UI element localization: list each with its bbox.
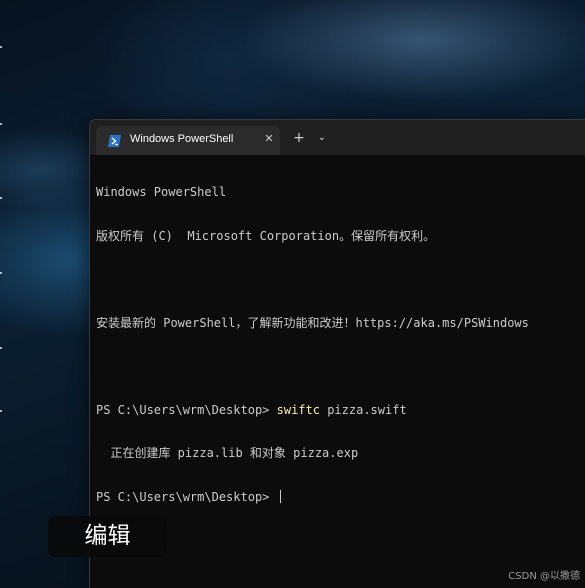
- plus-icon[interactable]: +: [290, 129, 308, 147]
- console-command-line: PS C:\Users\wrm\Desktop> swiftc pizza.sw…: [96, 403, 582, 418]
- console-input-line[interactable]: PS C:\Users\wrm\Desktop>: [96, 489, 582, 505]
- console-output[interactable]: Windows PowerShell 版权所有 (C) Microsoft Co…: [96, 156, 582, 576]
- wallpaper-speck: [0, 410, 2, 412]
- close-icon[interactable]: ✕: [260, 130, 278, 148]
- wallpaper-speck: [0, 123, 2, 125]
- edit-button[interactable]: 编辑: [48, 516, 167, 557]
- tab-windows-powershell[interactable]: Windows PowerShell ✕: [96, 126, 280, 155]
- console-line: 正在创建库 pizza.lib 和对象 pizza.exp: [96, 446, 359, 460]
- console-line: Windows PowerShell: [96, 185, 227, 199]
- console-line: 版权所有 (C) Microsoft Corporation。保留所有权利。: [96, 228, 436, 243]
- tab-title: Windows PowerShell: [130, 133, 234, 145]
- wallpaper-speck: [0, 46, 2, 48]
- wallpaper-speck: [0, 272, 2, 274]
- chevron-down-icon[interactable]: ⌄: [314, 129, 330, 147]
- console-prompt: PS C:\Users\wrm\Desktop>: [96, 402, 277, 417]
- watermark: CSDN @以撒德: [508, 571, 580, 582]
- console-prompt: PS C:\Users\wrm\Desktop>: [96, 489, 277, 504]
- powershell-icon: [108, 133, 122, 147]
- console-command-args: pizza.swift: [319, 402, 407, 417]
- console-command: swiftc: [276, 402, 320, 417]
- wallpaper-speck: [0, 197, 2, 199]
- text-cursor: [279, 489, 281, 503]
- wallpaper-speck: [0, 347, 2, 349]
- tab-bar: Windows PowerShell ✕ + ⌄: [90, 120, 585, 155]
- console-line: 安装最新的 PowerShell，了解新功能和改进！https://aka.ms…: [96, 315, 529, 330]
